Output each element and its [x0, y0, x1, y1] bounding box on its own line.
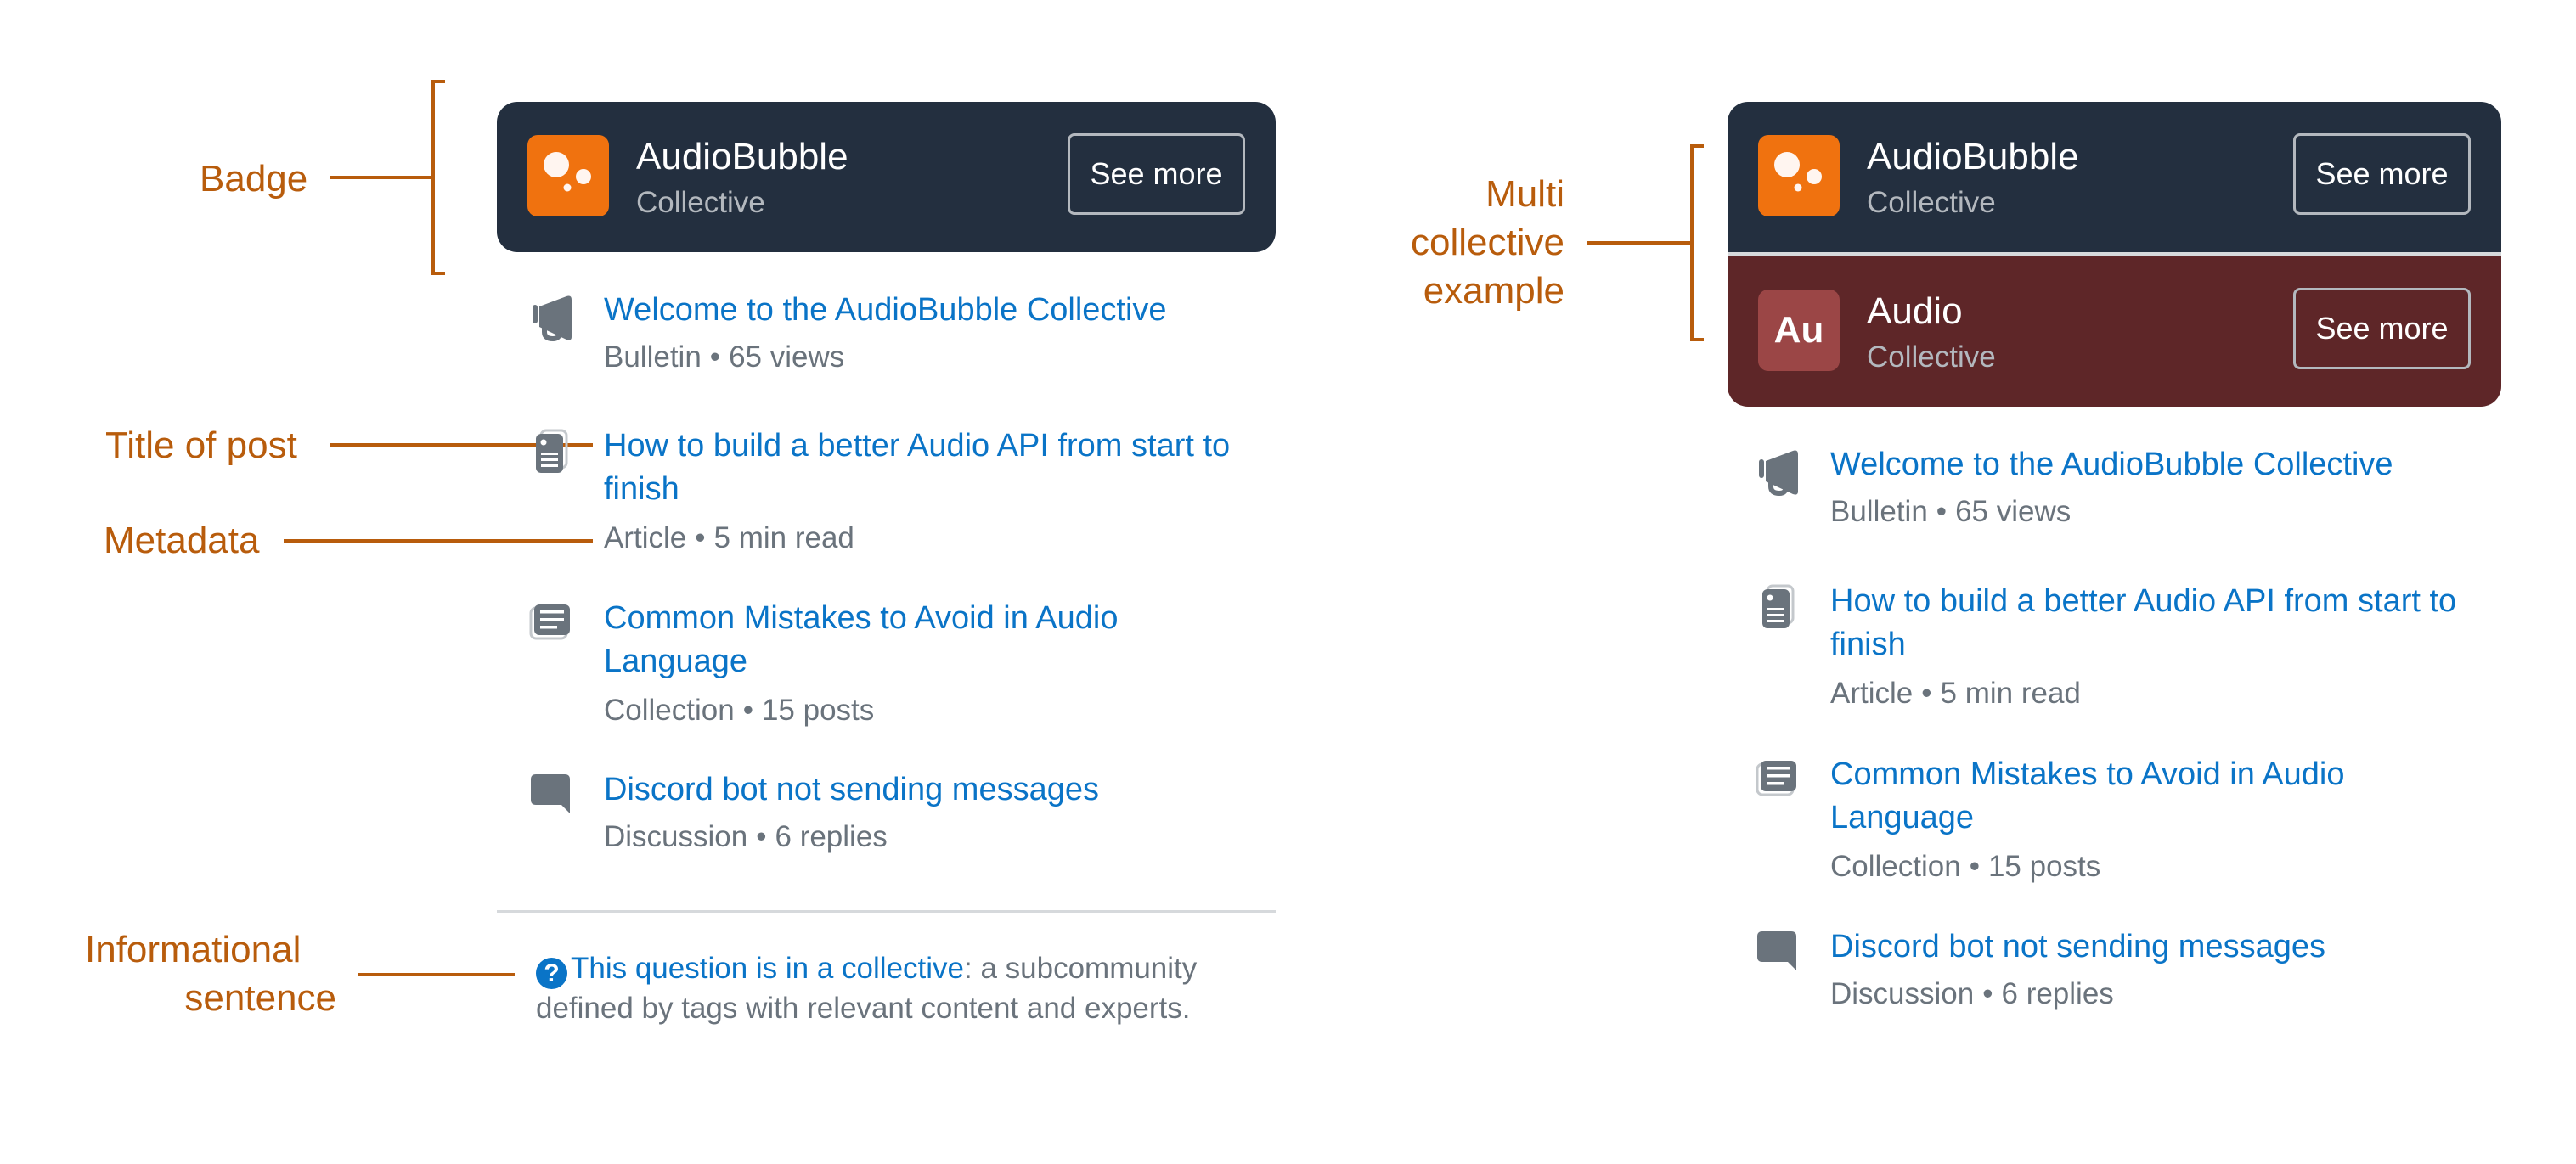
annotation-badge-leader	[330, 176, 433, 179]
annotation-multi-line2: collective	[1411, 222, 1564, 263]
separator-dot: •	[695, 521, 706, 554]
post-type: Article	[1830, 677, 1914, 710]
annotation-badge-bracket-top	[431, 80, 445, 83]
divider	[497, 910, 1276, 913]
collective-badge-audiobubble: AudioBubble Collective See more	[497, 102, 1276, 252]
discussion-icon	[1756, 930, 1803, 981]
annotation-multi-line1: Multi	[1485, 173, 1564, 215]
post-type: Article	[604, 521, 687, 554]
annotation-metadata: Metadata	[104, 520, 260, 561]
annotation-multi-bracket-top	[1690, 144, 1704, 148]
discussion-icon	[529, 773, 577, 824]
megaphone-icon	[529, 293, 577, 344]
annotation-badge-bracket-bottom	[431, 272, 445, 275]
annotation-metadata-leader	[284, 539, 593, 543]
post-metadata: Discussion • 6 replies	[604, 819, 888, 855]
post-stat: 65 views	[1955, 495, 2072, 528]
post-title-link[interactable]: Discord bot not sending messages	[1830, 925, 2476, 969]
post-stat: 15 posts	[761, 694, 875, 727]
bubbles-logo-icon	[1758, 135, 1840, 216]
post-stat: 5 min read	[713, 521, 854, 554]
collective-name[interactable]: AudioBubble	[636, 136, 848, 178]
separator-dot: •	[1969, 850, 1980, 883]
collective-subtitle: Collective	[1867, 340, 1996, 374]
question-circle-icon: ?	[536, 958, 567, 989]
post-title-link[interactable]: Welcome to the AudioBubble Collective	[1830, 443, 2476, 486]
informational-sentence: ? This question is in a collective: a sub…	[536, 949, 1266, 1028]
collection-icon	[529, 601, 577, 652]
see-more-button[interactable]: See more	[2293, 133, 2471, 215]
post-title-link[interactable]: Welcome to the AudioBubble Collective	[604, 289, 1249, 332]
post-stat: 5 min read	[1940, 677, 2081, 710]
collective-badge-audio: Au Audio Collective See more	[1728, 256, 2501, 407]
audio-logo-icon: Au	[1758, 290, 1840, 371]
post-stat: 6 replies	[775, 820, 888, 853]
multi-collective-card: AudioBubble Collective See more Au Audio…	[1728, 102, 2501, 407]
annotation-badge: Badge	[200, 158, 308, 200]
article-icon	[529, 429, 577, 480]
separator-dot: •	[1921, 677, 1932, 710]
separator-dot: •	[742, 694, 753, 727]
post-metadata: Discussion • 6 replies	[1830, 976, 2114, 1012]
collective-subtitle: Collective	[636, 186, 765, 219]
megaphone-icon	[1756, 447, 1803, 498]
post-type: Bulletin	[604, 340, 702, 374]
post-type: Bulletin	[1830, 495, 1928, 528]
annotation-multi-bracket	[1690, 144, 1694, 341]
collective-badge-card: AudioBubble Collective See more	[497, 102, 1276, 252]
annotation-title-of-post: Title of post	[105, 425, 297, 466]
post-metadata: Bulletin • 65 views	[1830, 494, 2071, 530]
annotation-informational-leader	[358, 973, 515, 976]
collective-badge-audiobubble: AudioBubble Collective See more	[1728, 102, 2501, 252]
separator-dot: •	[709, 340, 721, 374]
post-metadata: Collection • 15 posts	[1830, 849, 2100, 885]
post-metadata: Bulletin • 65 views	[604, 340, 844, 375]
bubbles-logo-icon	[527, 135, 609, 216]
post-title-link[interactable]: Common Mistakes to Avoid in Audio Langua…	[604, 597, 1249, 683]
collection-icon	[1756, 757, 1803, 808]
separator-dot: •	[756, 820, 767, 853]
post-stat: 65 views	[729, 340, 845, 374]
annotation-multi-collective: Multi collective example	[1325, 170, 1564, 315]
annotation-informational-line1: Informational	[85, 929, 302, 970]
collective-name[interactable]: Audio	[1867, 290, 1963, 333]
post-title-link[interactable]: Common Mistakes to Avoid in Audio Langua…	[1830, 753, 2476, 840]
annotation-informational: Informational sentence	[85, 925, 336, 1022]
post-title-link[interactable]: Discord bot not sending messages	[604, 768, 1249, 812]
collective-subtitle: Collective	[1867, 186, 1996, 219]
article-icon	[1756, 584, 1803, 635]
separator-dot: •	[1936, 495, 1948, 528]
annotation-informational-line2: sentence	[184, 977, 336, 1019]
post-metadata: Collection • 15 posts	[604, 693, 874, 728]
see-more-button[interactable]: See more	[1068, 133, 1245, 215]
post-title-link[interactable]: How to build a better Audio API from sta…	[1830, 580, 2476, 666]
annotation-badge-bracket	[431, 80, 435, 275]
post-type: Collection	[604, 694, 735, 727]
post-type: Discussion	[1830, 977, 1975, 1010]
post-title-link[interactable]: How to build a better Audio API from sta…	[604, 425, 1249, 511]
post-metadata: Article • 5 min read	[1830, 676, 2081, 711]
separator-dot: •	[1982, 977, 1993, 1010]
post-stat: 15 posts	[1987, 850, 2101, 883]
see-more-button[interactable]: See more	[2293, 288, 2471, 369]
annotation-multi-leader	[1587, 241, 1694, 245]
collective-name[interactable]: AudioBubble	[1867, 136, 2079, 178]
post-metadata: Article • 5 min read	[604, 520, 854, 556]
annotation-multi-bracket-bottom	[1690, 338, 1704, 341]
annotation-multi-line3: example	[1423, 270, 1564, 312]
post-stat: 6 replies	[2001, 977, 2114, 1010]
collective-info-link[interactable]: This question is in a collective	[571, 952, 964, 985]
post-type: Discussion	[604, 820, 748, 853]
post-type: Collection	[1830, 850, 1961, 883]
